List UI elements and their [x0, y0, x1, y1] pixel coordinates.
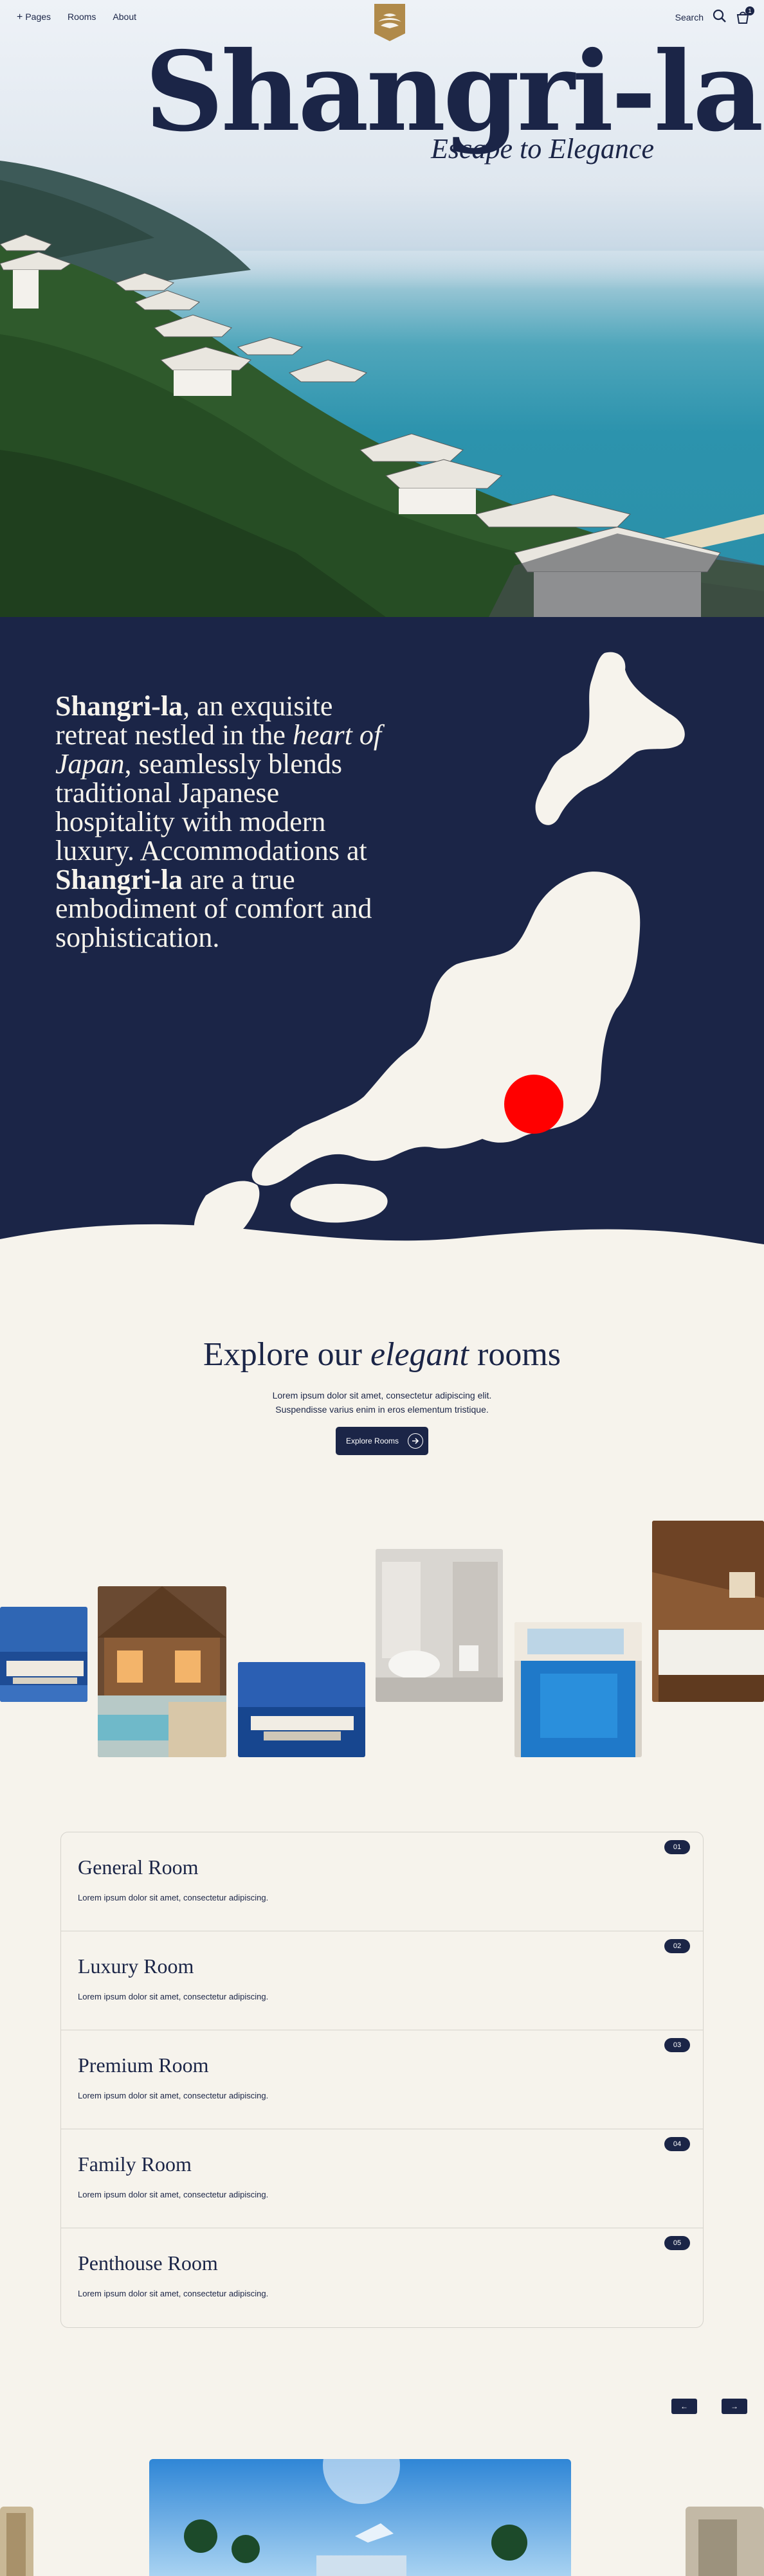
intro-section: Shangri-la, an exquisite retreat nestled…: [0, 617, 764, 1260]
slide-image-hotel-exterior[interactable]: [149, 2459, 571, 2576]
room-item-family[interactable]: Family Room Lorem ipsum dolor sit amet, …: [61, 2129, 703, 2228]
slide-image-right-peek[interactable]: [686, 2507, 764, 2576]
nav-pages[interactable]: + Pages: [17, 12, 51, 23]
top-nav: + Pages Rooms About Search 1: [0, 0, 764, 41]
shikoku-shape: [290, 1183, 388, 1223]
explore-rooms-button[interactable]: Explore Rooms: [336, 1427, 428, 1455]
logo-icon[interactable]: [373, 3, 406, 42]
cart-count-badge: 1: [745, 6, 754, 15]
hero-brand-title: Shangri-la: [145, 28, 763, 156]
slide-image-left-peek[interactable]: [0, 2507, 33, 2576]
room-number-badge: 02: [664, 1939, 690, 1953]
slider-next-button[interactable]: →: [722, 2399, 747, 2414]
cart-icon[interactable]: 1: [736, 6, 754, 24]
room-item-general[interactable]: General Room Lorem ipsum dolor sit amet,…: [61, 1832, 703, 1931]
nav-about[interactable]: About: [113, 12, 136, 23]
location-marker: [504, 1075, 563, 1134]
hero-section: + Pages Rooms About Search 1 Shangri-la E…: [0, 0, 764, 617]
slider-prev-button[interactable]: ←: [671, 2399, 697, 2414]
plus-icon: +: [17, 12, 23, 22]
search-icon[interactable]: [713, 9, 727, 25]
arrow-right-icon: [408, 1433, 423, 1449]
gallery-image-cabin-bedroom[interactable]: [652, 1521, 764, 1702]
explore-subtitle: Lorem ipsum dolor sit amet, consectetur …: [272, 1390, 492, 1415]
room-number-badge: 05: [664, 2236, 690, 2250]
rooms-list: General Room Lorem ipsum dolor sit amet,…: [60, 1832, 704, 2328]
section-wave-divider: [0, 1224, 764, 1260]
explore-heading: Explore our elegant rooms: [203, 1336, 561, 1373]
intro-paragraph: Shangri-la, an exquisite retreat nestled…: [55, 690, 382, 953]
room-item-premium[interactable]: Premium Room Lorem ipsum dolor sit amet,…: [61, 2030, 703, 2129]
room-number-badge: 04: [664, 2137, 690, 2151]
room-item-penthouse[interactable]: Penthouse Room Lorem ipsum dolor sit ame…: [61, 2228, 703, 2327]
hero-tagline: Escape to Elegance: [431, 133, 654, 165]
room-number-badge: 01: [664, 1840, 690, 1854]
gallery-image-santorini[interactable]: [238, 1662, 365, 1757]
search-link[interactable]: Search: [675, 12, 704, 22]
room-number-badge: 03: [664, 2038, 690, 2052]
gallery-image-seaside-terrace[interactable]: [0, 1607, 87, 1702]
nav-rooms[interactable]: Rooms: [68, 12, 96, 23]
gallery-image-indoor-pool[interactable]: [514, 1622, 642, 1757]
room-item-luxury[interactable]: Luxury Room Lorem ipsum dolor sit amet, …: [61, 1931, 703, 2030]
hokkaido-shape: [535, 652, 685, 825]
gallery-image-bathroom[interactable]: [376, 1549, 503, 1702]
gallery-image-wooden-lodge[interactable]: [98, 1586, 226, 1757]
